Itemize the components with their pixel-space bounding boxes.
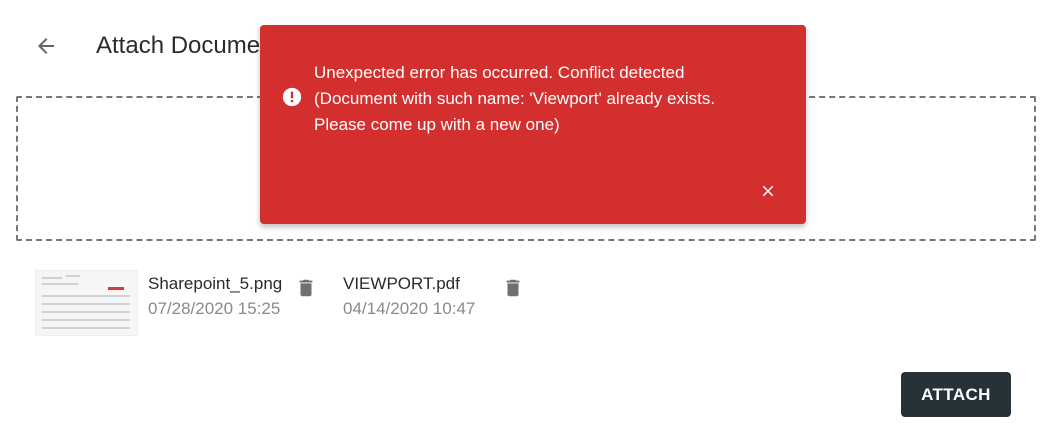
trash-icon	[506, 279, 520, 297]
file-thumbnail[interactable]	[35, 270, 138, 336]
page-title: Attach Document	[96, 32, 281, 59]
file-name: VIEWPORT.pdf	[343, 274, 460, 293]
close-icon	[762, 185, 774, 197]
error-toast: Unexpected error has occurred. Conflict …	[260, 25, 806, 224]
attach-button[interactable]: ATTACH	[901, 372, 1011, 417]
file-date: 04/14/2020 10:47	[343, 299, 476, 318]
close-toast-button[interactable]	[757, 180, 779, 202]
back-button[interactable]	[30, 30, 62, 62]
error-icon	[282, 87, 302, 107]
file-date: 07/28/2020 15:25	[148, 299, 281, 318]
delete-attachment-button[interactable]	[294, 274, 318, 302]
attachment-item: Sharepoint_5.png 07/28/2020 15:25	[35, 270, 318, 336]
file-info: Sharepoint_5.png 07/28/2020 15:25	[148, 270, 282, 319]
attachment-item: VIEWPORT.pdf 04/14/2020 10:47	[343, 270, 525, 319]
file-name: Sharepoint_5.png	[148, 274, 283, 293]
error-message: Unexpected error has occurred. Conflict …	[314, 63, 716, 134]
delete-attachment-button[interactable]	[501, 274, 525, 302]
arrow-left-icon	[38, 38, 54, 54]
trash-icon	[299, 279, 313, 297]
file-info: VIEWPORT.pdf 04/14/2020 10:47	[343, 270, 475, 319]
